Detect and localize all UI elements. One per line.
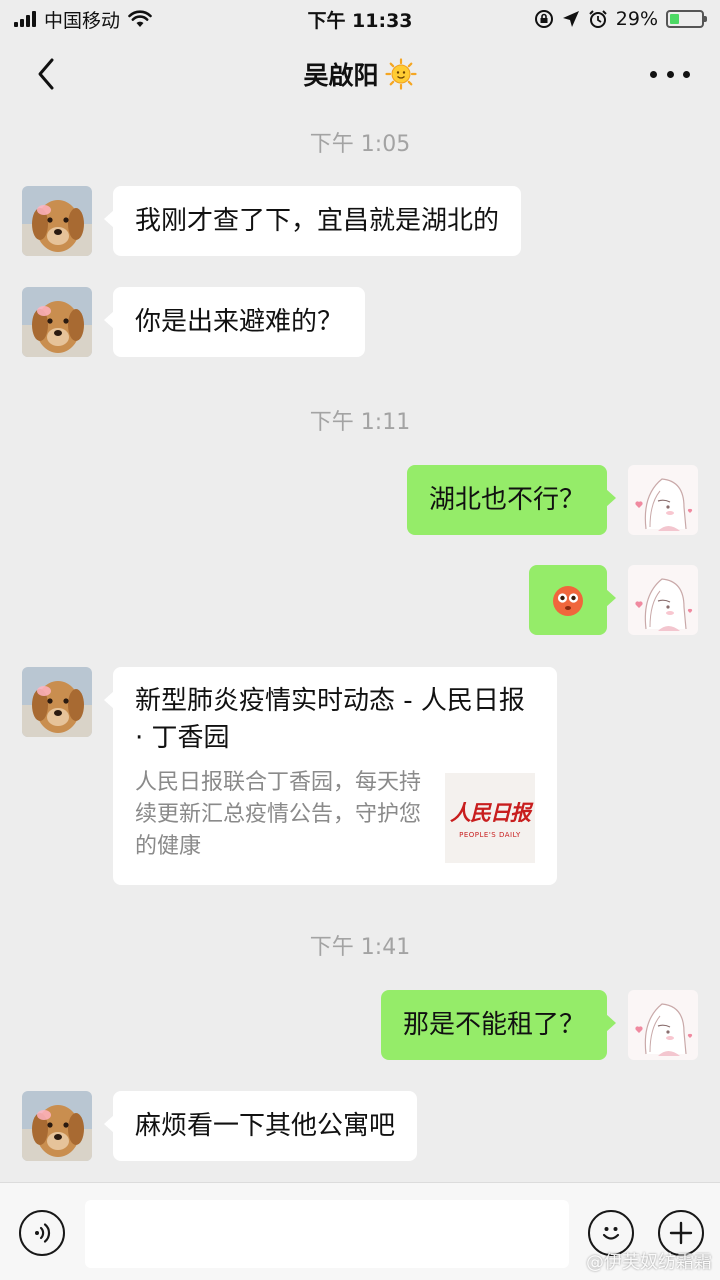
battery-fill [670, 14, 679, 24]
timestamp: 下午 1:41 [309, 935, 411, 960]
back-button[interactable] [28, 56, 64, 92]
dog-avatar-image [22, 186, 92, 256]
timestamp: 下午 1:11 [309, 410, 411, 435]
contact-avatar[interactable] [22, 1091, 92, 1161]
dot [666, 70, 674, 78]
contact-avatar[interactable] [22, 287, 92, 357]
message-row-incoming: 我刚才查了下，宜昌就是湖北的 [0, 186, 720, 258]
voice-input-button[interactable] [19, 1210, 65, 1256]
dog-avatar-image [22, 1091, 92, 1161]
sun-icon [384, 58, 417, 90]
message-input[interactable] [85, 1200, 569, 1268]
location-icon [562, 11, 579, 27]
status-right: 29% [534, 8, 707, 30]
plus-icon [669, 1221, 693, 1245]
link-card[interactable]: 新型肺炎疫情实时动态 - 人民日报 · 丁香园 人民日报联合丁香园，每天持续更新… [104, 667, 557, 885]
input-bar: @伊芙奴纺霜霜 [0, 1182, 720, 1280]
message-row-outgoing: 那是不能租了？ [0, 990, 720, 1062]
message-bubble[interactable]: 那是不能租了？ [380, 990, 617, 1060]
watermark: @伊芙奴纺霜霜 [586, 1252, 712, 1273]
chat-title: 吴啟阳 [303, 56, 417, 92]
message-row-outgoing [0, 565, 720, 637]
logo-text-en: PEOPLE'S DAILY [459, 831, 521, 839]
my-avatar[interactable] [628, 565, 698, 635]
message-bubble[interactable]: 你是出来避难的？ [103, 287, 366, 357]
rotation-lock-icon [534, 10, 553, 28]
smiley-icon [602, 1227, 620, 1240]
link-card-description: 人民日报联合丁香园，每天持续更新汇总疫情公告，守护您的健康 [135, 770, 422, 859]
message-list[interactable]: 下午 1:05 我刚才查了下，宜昌就是湖北的 你是出来避难的？ 下午 1:11 … [0, 110, 720, 1182]
timestamp: 下午 1:05 [309, 132, 411, 157]
message-row-incoming: 新型肺炎疫情实时动态 - 人民日报 · 丁香园 人民日报联合丁香园，每天持续更新… [0, 667, 720, 885]
voice-icon [35, 1223, 51, 1243]
more-options-button[interactable] [650, 60, 690, 88]
status-bar: 中国移动 下午 11:33 29% [0, 0, 720, 38]
link-card-title: 新型肺炎疫情实时动态 - 人民日报 · 丁香园 [135, 686, 525, 753]
contact-avatar[interactable] [22, 186, 92, 256]
girl-avatar-image [628, 465, 698, 535]
carrier-label: 中国移动 [44, 9, 121, 32]
dot [650, 70, 657, 78]
link-card-body: 人民日报联合丁香园，每天持续更新汇总疫情公告，守护您的健康 人民日报 PEOPL… [135, 767, 535, 863]
message-bubble[interactable]: 麻烦看一下其他公寓吧 [103, 1091, 418, 1161]
message-row-incoming: 麻烦看一下其他公寓吧 [0, 1091, 720, 1163]
flushed-face-icon [553, 585, 583, 616]
battery-percent: 29% [615, 8, 658, 30]
dot [683, 70, 690, 78]
message-row-incoming: 你是出来避难的？ [0, 287, 720, 359]
dog-avatar-image [22, 287, 92, 357]
wifi-icon [128, 10, 152, 27]
message-bubble[interactable] [529, 565, 616, 635]
message-bubble[interactable]: 我刚才查了下，宜昌就是湖北的 [103, 186, 522, 256]
my-avatar[interactable] [628, 990, 698, 1060]
my-avatar[interactable] [628, 465, 698, 535]
logo-text-cn: 人民日报 [450, 800, 531, 825]
contact-avatar[interactable] [22, 667, 92, 737]
chevron-left-icon [38, 58, 54, 90]
signal-icon [14, 11, 36, 27]
peoples-daily-logo: 人民日报 PEOPLE'S DAILY [445, 773, 535, 863]
contact-name: 吴啟阳 [303, 61, 379, 90]
girl-avatar-image [628, 990, 698, 1060]
chat-header: 吴啟阳 [0, 38, 720, 110]
battery-icon [666, 10, 707, 28]
alarm-icon [589, 10, 607, 28]
girl-avatar-image [628, 565, 698, 635]
dog-avatar-image [22, 667, 92, 737]
message-row-outgoing: 湖北也不行？ [0, 465, 720, 537]
message-bubble[interactable]: 湖北也不行？ [406, 465, 617, 535]
status-left: 中国移动 [14, 6, 152, 33]
